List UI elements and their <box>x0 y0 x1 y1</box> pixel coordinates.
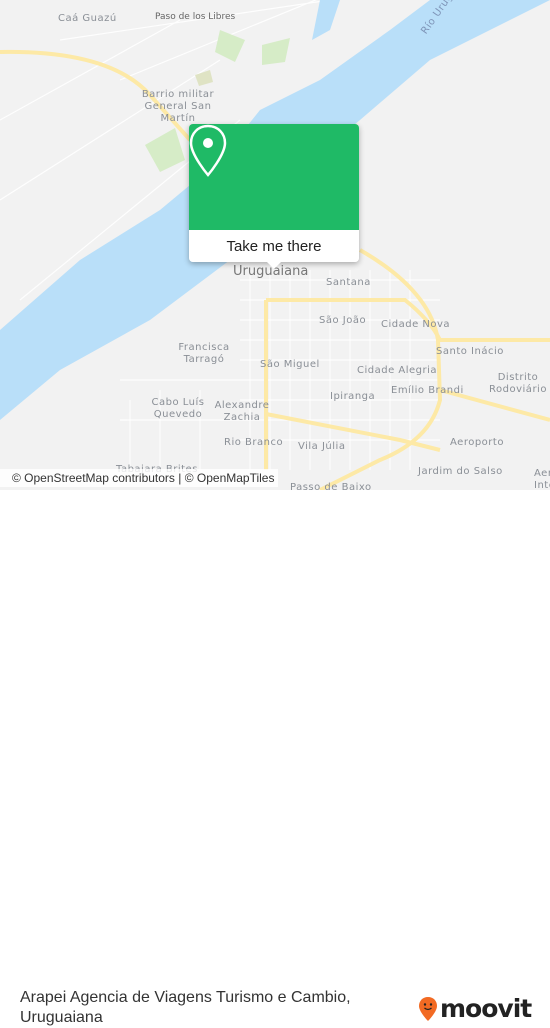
place-label: Passo de Baixo <box>290 482 372 490</box>
map[interactable]: Caá Guazú Paso de los Libres Barrio mili… <box>0 0 550 490</box>
place-label: Rio Branco <box>224 437 284 448</box>
place-label: Caá Guazú <box>58 13 117 24</box>
place-title: Arapei Agencia de Viagens Turismo e Camb… <box>20 988 351 1028</box>
place-label: São João <box>319 315 367 326</box>
place-title-line2: Uruguaiana <box>20 1009 103 1026</box>
moovit-pin-icon <box>419 996 437 1021</box>
place-label: Ipiranga <box>330 391 376 402</box>
map-pin-icon <box>189 124 227 177</box>
footer: Arapei Agencia de Viagens Turismo e Camb… <box>0 490 550 1026</box>
place-label: Alexandre Zachia <box>214 400 270 423</box>
place-label: Jardim do Salso <box>418 466 503 477</box>
take-me-there-button[interactable]: Take me there <box>189 230 359 262</box>
place-label: Santo Inácio <box>436 346 504 357</box>
place-label: Santana <box>326 277 371 288</box>
place-label: Paso de los Libres <box>155 12 236 22</box>
park <box>215 30 245 62</box>
place-label: Vila Júlia <box>298 441 346 452</box>
location-popup: Take me there <box>189 124 359 269</box>
place-label: Emílio Brandi <box>391 385 464 396</box>
place-label: Aeroporto Internacional <box>534 468 550 490</box>
place-label: Barrio militar General San Martín <box>141 89 215 124</box>
place-label: Cidade Nova <box>381 319 451 330</box>
moovit-logo[interactable]: moovit <box>418 994 532 1023</box>
place-label: Aeroporto <box>450 437 504 448</box>
place-label: Cabo Luís Quevedo <box>151 397 205 420</box>
place-label: São Miguel <box>260 359 320 370</box>
moovit-wordmark: moovit <box>440 994 532 1023</box>
place-label: Cidade Alegria <box>357 365 438 376</box>
place-title-line1: Arapei Agencia de Viagens Turismo e Camb… <box>20 989 351 1006</box>
place-label: Francisca Tarragó <box>178 342 230 365</box>
map-attribution[interactable]: © OpenStreetMap contributors | © OpenMap… <box>0 469 279 487</box>
place-label: Distrito Rodoviário <box>489 372 547 395</box>
